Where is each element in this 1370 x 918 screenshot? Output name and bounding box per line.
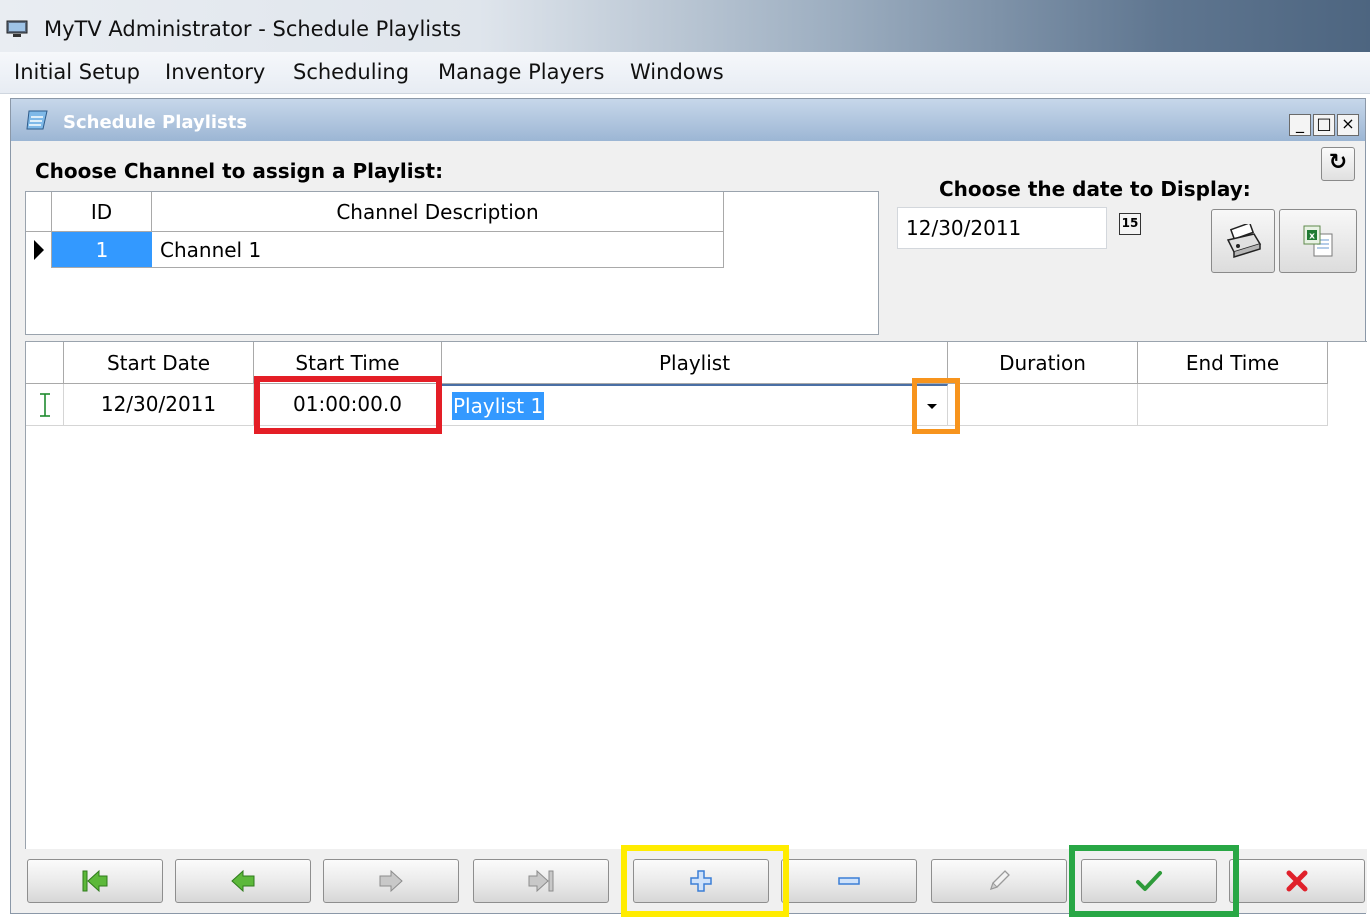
edit-cursor-icon [40,393,50,417]
schedule-col-playlist[interactable]: Playlist [442,342,948,384]
chevron-down-icon [927,404,937,409]
cancel-x-icon [1286,870,1308,892]
menu-scheduling[interactable]: Scheduling [293,60,409,84]
channel-row-header-corner [26,192,52,232]
channel-col-description[interactable]: Channel Description [152,192,724,232]
child-title: Schedule Playlists [63,112,248,133]
schedule-row-header-corner [26,342,64,384]
schedule-playlists-window: Schedule Playlists _ □ × Choose Channel … [10,98,1367,917]
schedule-col-start-date[interactable]: Start Date [64,342,254,384]
schedule-cell-end-time[interactable] [1138,384,1328,426]
cancel-button[interactable] [1229,859,1365,903]
add-record-button[interactable] [633,859,769,903]
playlist-dropdown-button[interactable] [918,392,946,420]
menu-windows[interactable]: Windows [630,60,724,84]
channel-cell-description[interactable]: Channel 1 [152,232,724,268]
maximize-button[interactable]: □ [1313,114,1335,136]
checkmark-icon [1136,871,1162,891]
last-record-button[interactable] [473,859,609,903]
calendar-button[interactable]: 15 [1119,213,1141,235]
minimize-button[interactable]: _ [1289,114,1311,136]
delete-record-button[interactable] [781,859,917,903]
minus-icon [838,877,860,885]
refresh-icon: ↻ [1328,150,1348,175]
plus-icon [690,870,712,892]
next-record-button[interactable] [323,859,459,903]
schedule-cell-start-date[interactable]: 12/30/2011 [64,384,254,426]
menu-bar: Initial Setup Inventory Scheduling Manag… [0,52,1370,94]
menu-manage-players[interactable]: Manage Players [438,60,604,84]
edit-record-button[interactable] [931,859,1067,903]
app-title: MyTV Administrator - Schedule Playlists [44,17,462,41]
channel-cell-id[interactable]: 1 [52,232,152,268]
export-excel-button[interactable]: x [1279,209,1357,273]
last-arrow-icon [528,869,554,893]
channel-grid: ID Channel Description 1 Channel 1 [25,191,879,335]
schedule-grid: Start Date Start Time Playlist Duration … [25,341,1367,867]
monitor-app-icon [6,20,28,37]
playlist-selected-text[interactable]: Playlist 1 [452,392,545,420]
pencil-icon [989,870,1010,891]
schedule-cell-playlist[interactable]: Playlist 1 [442,384,948,426]
playlist-window-icon [26,110,48,130]
menu-inventory[interactable]: Inventory [165,60,265,84]
svg-text:x: x [1309,232,1315,242]
close-button[interactable]: × [1337,114,1359,136]
schedule-row-indicator[interactable] [26,384,64,426]
child-title-bar: Schedule Playlists _ □ × [11,99,1365,141]
previous-arrow-icon [231,869,255,893]
schedule-cell-start-time[interactable]: 01:00:00.0 [254,384,442,426]
app-title-bar: MyTV Administrator - Schedule Playlists [0,0,1370,52]
schedule-cell-duration[interactable] [948,384,1138,426]
previous-record-button[interactable] [175,859,311,903]
schedule-col-start-time[interactable]: Start Time [254,342,442,384]
first-arrow-icon [82,869,108,893]
date-input[interactable] [897,207,1107,249]
date-label: Choose the date to Display: [939,177,1251,201]
refresh-button[interactable]: ↻ [1321,147,1355,181]
schedule-col-duration[interactable]: Duration [948,342,1138,384]
schedule-col-end-time[interactable]: End Time [1138,342,1328,384]
current-row-arrow-icon [34,240,44,260]
next-arrow-icon [379,869,403,893]
printer-icon [1226,224,1262,259]
calendar-icon: 15 [1121,216,1139,230]
excel-export-icon: x [1303,225,1333,257]
first-record-button[interactable] [27,859,163,903]
record-navigator [25,845,1367,917]
channel-row-indicator[interactable] [26,232,52,268]
menu-initial-setup[interactable]: Initial Setup [14,60,140,84]
confirm-button[interactable] [1081,859,1217,903]
channel-col-id[interactable]: ID [52,192,152,232]
print-button[interactable] [1211,209,1275,273]
channel-label: Choose Channel to assign a Playlist: [35,159,444,183]
